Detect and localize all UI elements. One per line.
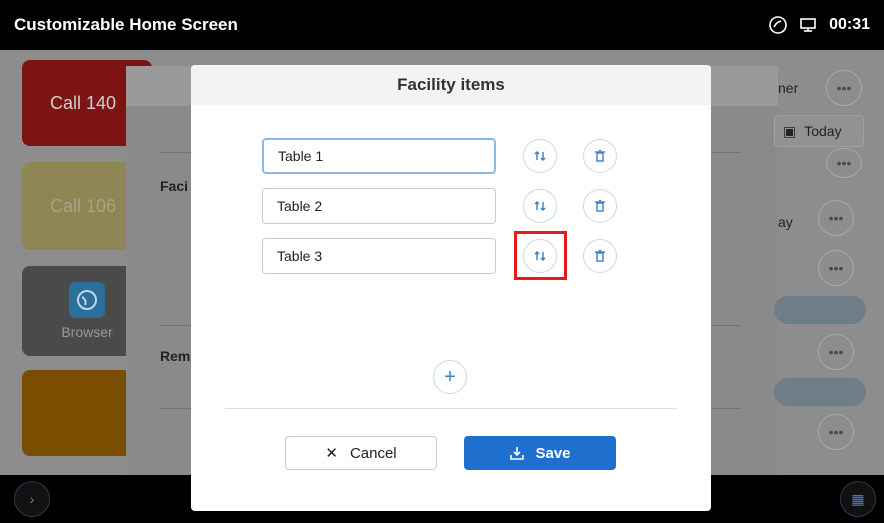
facility-item-field[interactable]: Table 1 [262,138,496,174]
trash-icon [595,199,605,212]
tile-label: Browser [61,324,113,340]
cancel-button[interactable]: ✕ Cancel [285,436,437,470]
divider [711,152,741,153]
tile-label: Call 106 [50,195,117,216]
more-icon: ••• [818,414,854,450]
today-label: Today [804,123,842,139]
divider [160,325,194,326]
divider [160,408,194,409]
divider [711,408,741,409]
today-button: ▣ Today [774,115,864,147]
save-label: Save [535,444,571,462]
highlight-box [514,231,567,280]
close-icon: ✕ [325,445,338,462]
reorder-icon [534,151,546,161]
facility-items-dialog: Facility items Table 1 Table 2 Table 3 + [191,65,711,511]
expand-icon: › [14,481,50,517]
facility-item-row: Table 2 [262,188,662,224]
progress-strip [774,296,866,324]
divider [711,325,741,326]
download-icon [510,447,525,460]
dialog-header: Facility items [191,65,711,105]
cancel-label: Cancel [349,444,397,462]
progress-strip [774,378,866,406]
right-label: ay [778,214,793,230]
add-item-button[interactable]: + [433,360,467,394]
panel-label: Rem [160,348,191,364]
more-icon: ••• [818,334,854,370]
more-icon: ••• [826,70,862,106]
grid-icon: ▦ [840,481,876,517]
delete-button[interactable] [583,189,617,223]
status-bar: Customizable Home Screen 00:31 [0,0,884,50]
trash-icon [595,149,605,162]
divider [160,152,194,153]
app-title: Customizable Home Screen [14,15,238,34]
call-icon [769,16,787,34]
more-icon: ••• [826,148,862,178]
plus-icon: + [444,365,456,388]
monitor-icon [799,16,817,34]
right-label: ner [778,80,799,96]
reorder-button[interactable] [523,189,557,223]
facility-item-field[interactable]: Table 3 [262,238,496,274]
dialog-divider [225,408,677,409]
tile-label: Call 140 [50,92,117,113]
facility-item-row: Table 3 [262,238,662,274]
trash-icon [595,249,605,262]
facility-item-row: Table 1 [262,138,662,174]
delete-button[interactable] [583,239,617,273]
more-icon: ••• [818,250,854,286]
more-icon: ••• [818,200,854,236]
calendar-icon: ▣ [783,122,797,139]
reorder-icon [534,201,546,211]
globe-icon [69,282,105,318]
delete-button[interactable] [583,139,617,173]
facility-item-field[interactable]: Table 2 [262,188,496,224]
panel-label: Faci [160,178,189,194]
clock: 00:31 [829,16,870,33]
save-button[interactable]: Save [464,436,616,470]
dialog-title: Facility items [397,75,505,94]
reorder-button[interactable] [523,139,557,173]
